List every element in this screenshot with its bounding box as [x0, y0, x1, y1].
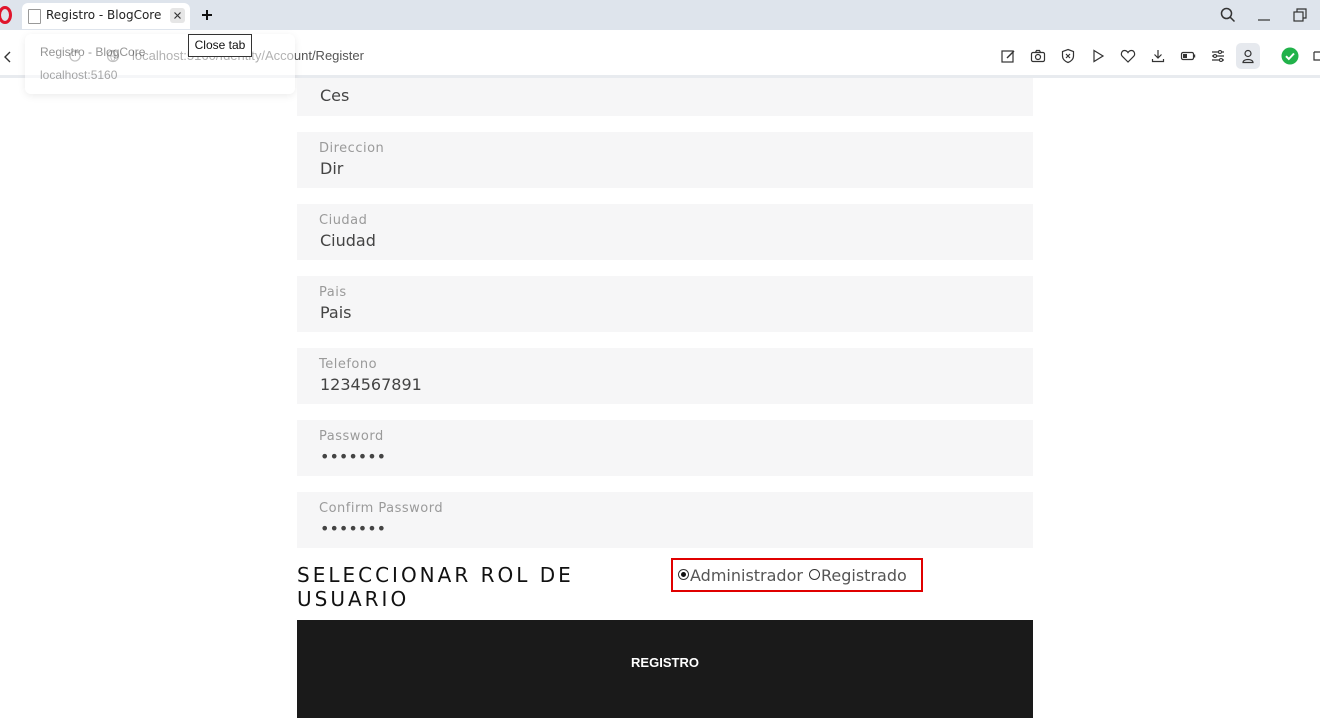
field-pais[interactable]: Pais Pais	[297, 276, 1033, 332]
verified-check-icon[interactable]	[1281, 47, 1299, 65]
field-input[interactable]: 1234567891	[320, 375, 422, 394]
search-tabs-icon[interactable]	[1219, 6, 1237, 24]
page-icon	[28, 9, 41, 24]
radio-label-registrado[interactable]: Registrado	[821, 566, 907, 585]
close-icon	[174, 12, 181, 19]
field-input[interactable]: Dir	[320, 159, 343, 178]
field-direccion[interactable]: Direccion Dir	[297, 132, 1033, 188]
opera-logo-icon[interactable]	[0, 6, 14, 24]
role-heading: SELECCIONAR ROL DE USUARIO	[297, 563, 574, 611]
field-password[interactable]: Password •••••••	[297, 420, 1033, 476]
field-label: Password	[319, 429, 384, 444]
field-label: Direccion	[319, 141, 385, 156]
close-tab-tooltip: Close tab	[188, 34, 252, 57]
easy-setup-icon[interactable]	[1210, 48, 1226, 64]
radio-registrado[interactable]	[809, 569, 820, 580]
profile-button[interactable]	[1236, 43, 1260, 69]
field-label: Ciudad	[319, 213, 368, 228]
tab-active[interactable]: Registro - BlogCore	[22, 3, 190, 29]
registro-submit-button[interactable]: REGISTRO	[297, 620, 1033, 718]
back-arrow-icon[interactable]	[3, 50, 13, 64]
minimize-icon[interactable]	[1255, 6, 1273, 24]
tab-strip	[0, 0, 1320, 30]
user-icon	[1242, 49, 1254, 64]
field-input[interactable]: Pais	[320, 303, 352, 322]
extension-icon[interactable]	[1312, 49, 1320, 63]
restore-window-icon[interactable]	[1291, 6, 1309, 24]
snapshot-edit-icon[interactable]	[1000, 48, 1016, 64]
radio-administrador[interactable]	[678, 569, 689, 580]
radio-label-administrador[interactable]: Administrador	[690, 566, 803, 585]
hover-card-title: Registro - BlogCore	[40, 45, 146, 59]
field-confirm-password[interactable]: Confirm Password •••••••	[297, 492, 1033, 548]
field-label: Pais	[319, 285, 347, 300]
field-input[interactable]: Ces	[320, 86, 349, 105]
field-input[interactable]: Ciudad	[320, 231, 376, 250]
battery-saver-icon[interactable]	[1180, 48, 1196, 64]
role-radio-group: Administrador Registrado	[671, 558, 923, 592]
field-label: Telefono	[319, 357, 378, 372]
field-ciudad[interactable]: Ciudad Ciudad	[297, 204, 1033, 260]
shield-icon[interactable]	[1060, 48, 1076, 64]
tab-title: Registro - BlogCore	[46, 8, 162, 22]
heart-icon[interactable]	[1120, 48, 1136, 64]
field-label: Confirm Password	[319, 501, 444, 516]
new-tab-plus-icon[interactable]	[199, 7, 215, 23]
camera-icon[interactable]	[1030, 48, 1046, 64]
tab-hover-card	[25, 34, 295, 94]
password-input[interactable]: •••••••	[320, 447, 386, 466]
confirm-password-input[interactable]: •••••••	[320, 519, 386, 538]
download-icon[interactable]	[1150, 48, 1166, 64]
field-telefono[interactable]: Telefono 1234567891	[297, 348, 1033, 404]
hover-card-url: localhost:5160	[40, 68, 118, 82]
close-tab-button[interactable]	[170, 8, 185, 23]
play-icon[interactable]	[1090, 48, 1106, 64]
